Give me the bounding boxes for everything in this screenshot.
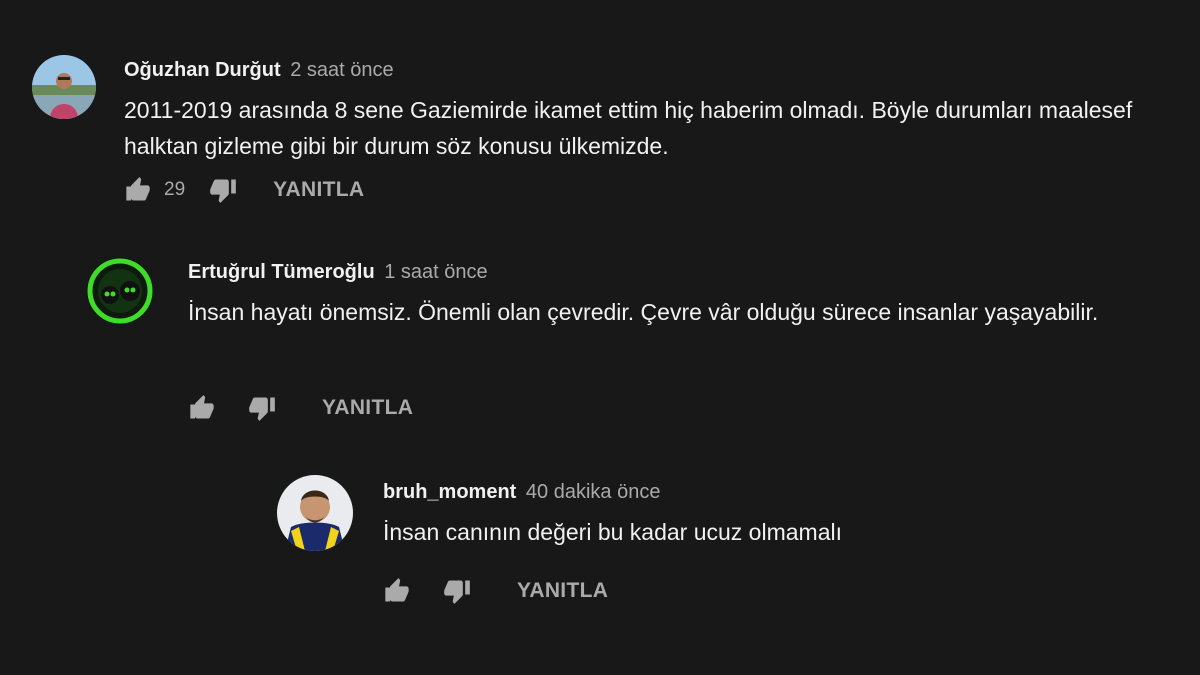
- comment-author[interactable]: Ertuğrul Tümeroğlu: [188, 261, 375, 283]
- comment-text: 2011-2019 arasında 8 sene Gaziemirde ika…: [124, 97, 1133, 159]
- comment-text: İnsan canının değeri bu kadar ucuz olmam…: [383, 519, 842, 545]
- comment-actions: YANITLA: [188, 393, 413, 423]
- comment-author[interactable]: bruh_moment: [383, 481, 516, 503]
- comments-page: Oğuzhan Durğut 2 saat önce 2011-2019 ara…: [0, 0, 1200, 675]
- thumbs-down-icon[interactable]: [248, 394, 276, 422]
- thumbs-down-icon[interactable]: [443, 577, 471, 605]
- comment-time[interactable]: 1 saat önce: [384, 261, 487, 283]
- thumbs-up-icon[interactable]: [383, 577, 411, 605]
- avatar[interactable]: [86, 257, 154, 325]
- comment-actions: YANITLA: [383, 576, 608, 606]
- like-count: 29: [164, 179, 186, 200]
- avatar[interactable]: [277, 475, 353, 551]
- thumbs-down-icon[interactable]: [209, 176, 237, 204]
- comment-time[interactable]: 2 saat önce: [290, 59, 393, 81]
- thumbs-up-icon[interactable]: [188, 394, 216, 422]
- reply-button[interactable]: YANITLA: [273, 178, 364, 202]
- comment-text: İnsan hayatı önemsiz. Önemli olan çevred…: [188, 299, 1099, 325]
- reply-button[interactable]: YANITLA: [517, 579, 608, 603]
- comment-author[interactable]: Oğuzhan Durğut: [124, 59, 281, 81]
- comment-time[interactable]: 40 dakika önce: [526, 481, 661, 503]
- avatar[interactable]: [32, 55, 96, 119]
- reply-button[interactable]: YANITLA: [322, 396, 413, 420]
- comment-actions: 29 YANITLA: [124, 175, 364, 205]
- thumbs-up-icon[interactable]: [124, 176, 152, 204]
